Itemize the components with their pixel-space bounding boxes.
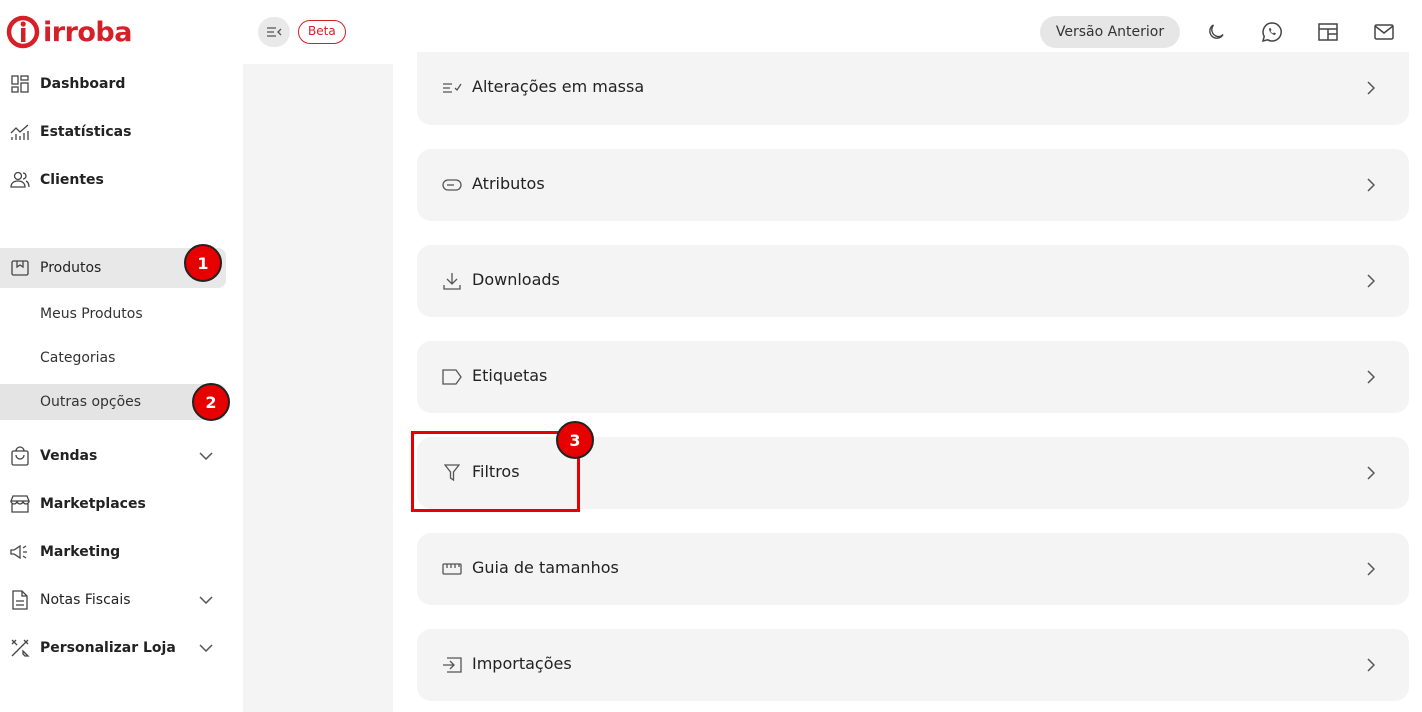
bag-icon bbox=[10, 446, 30, 466]
download-icon bbox=[442, 271, 462, 291]
chevron-right-icon bbox=[1363, 561, 1379, 577]
chevron-right-icon bbox=[1363, 80, 1379, 96]
whatsapp-icon[interactable] bbox=[1260, 20, 1284, 44]
sidebar-item-label: Marketplaces bbox=[40, 496, 146, 512]
option-card-label: Alterações em massa bbox=[472, 77, 645, 96]
annotation-badge-2: 2 bbox=[192, 383, 230, 421]
option-card-atributos[interactable]: Atributos bbox=[417, 149, 1409, 221]
option-card-label: Downloads bbox=[472, 270, 560, 289]
sidebar-collapse-icon bbox=[267, 27, 282, 37]
sidebar-item-notas-fiscais[interactable]: Notas Fiscais bbox=[0, 580, 226, 620]
option-card-label: Importações bbox=[472, 654, 572, 673]
layout-icon[interactable] bbox=[1316, 20, 1340, 44]
chevron-down-icon[interactable] bbox=[198, 448, 214, 464]
chevron-right-icon bbox=[1363, 465, 1379, 481]
option-card-label: Atributos bbox=[472, 174, 545, 193]
sidebar-subitem-label: Categorias bbox=[40, 350, 116, 366]
box-icon bbox=[10, 258, 30, 278]
beta-badge: Beta bbox=[298, 20, 346, 44]
dashboard-icon bbox=[10, 74, 30, 94]
option-card-label: Etiquetas bbox=[472, 366, 548, 385]
sidebar-subitem-categorias[interactable]: Categorias bbox=[0, 340, 226, 376]
option-card-downloads[interactable]: Downloads bbox=[417, 245, 1409, 317]
option-card-label: Guia de tamanhos bbox=[472, 558, 619, 577]
option-card-importacoes[interactable]: Importações bbox=[417, 629, 1409, 701]
sidebar-subitem-meus-produtos[interactable]: Meus Produtos bbox=[0, 296, 226, 332]
import-icon bbox=[442, 655, 462, 675]
ruler-icon bbox=[442, 559, 462, 579]
moon-icon[interactable] bbox=[1204, 20, 1228, 44]
mail-icon[interactable] bbox=[1372, 20, 1396, 44]
chart-icon bbox=[10, 122, 30, 142]
sidebar-subitem-label: Meus Produtos bbox=[40, 306, 143, 322]
annotation-badge-1: 1 bbox=[184, 244, 222, 282]
store-icon bbox=[10, 494, 30, 514]
label-icon bbox=[442, 367, 462, 387]
chevron-right-icon bbox=[1363, 177, 1379, 193]
sidebar-item-label: Personalizar Loja bbox=[40, 640, 176, 656]
chevron-right-icon bbox=[1363, 369, 1379, 385]
chevron-right-icon bbox=[1363, 657, 1379, 673]
tag-pill-icon bbox=[442, 175, 462, 195]
sidebar-item-personalizar-loja[interactable]: Personalizar Loja bbox=[0, 628, 226, 668]
tools-icon bbox=[10, 638, 30, 658]
sidebar-item-label: Dashboard bbox=[40, 76, 126, 92]
users-icon bbox=[10, 170, 30, 190]
logo-mark-icon bbox=[6, 15, 40, 49]
chevron-down-icon[interactable] bbox=[198, 592, 214, 608]
chevron-down-icon[interactable] bbox=[198, 640, 214, 656]
sidebar-collapse-button[interactable] bbox=[258, 17, 290, 47]
previous-version-button[interactable]: Versão Anterior bbox=[1040, 16, 1180, 48]
sidebar-subitem-label: Outras opções bbox=[40, 394, 142, 410]
option-card-etiquetas[interactable]: Etiquetas bbox=[417, 341, 1409, 413]
sidebar-item-label: Marketing bbox=[40, 544, 121, 560]
sidebar-item-label: Produtos bbox=[40, 260, 102, 276]
document-icon bbox=[10, 590, 30, 610]
sidebar-item-label: Notas Fiscais bbox=[40, 592, 131, 608]
megaphone-icon bbox=[10, 542, 30, 562]
secondary-panel bbox=[243, 64, 393, 712]
chevron-right-icon bbox=[1363, 273, 1379, 289]
annotation-badge-3: 3 bbox=[556, 421, 594, 459]
bulk-edit-icon bbox=[442, 78, 462, 98]
sidebar-item-vendas[interactable]: Vendas bbox=[0, 436, 226, 476]
sidebar-item-label: Vendas bbox=[40, 448, 98, 464]
sidebar: Dashboard Estatísticas Clientes Produtos… bbox=[0, 64, 243, 712]
option-card-guia-de-tamanhos[interactable]: Guia de tamanhos bbox=[417, 533, 1409, 605]
highlight-box bbox=[411, 431, 580, 512]
logo[interactable]: irroba bbox=[6, 14, 132, 50]
option-card-alteracoes-em-massa[interactable]: Alterações em massa bbox=[417, 52, 1409, 125]
logo-text: irroba bbox=[43, 16, 132, 48]
sidebar-item-label: Clientes bbox=[40, 172, 104, 188]
sidebar-item-label: Estatísticas bbox=[40, 124, 132, 140]
